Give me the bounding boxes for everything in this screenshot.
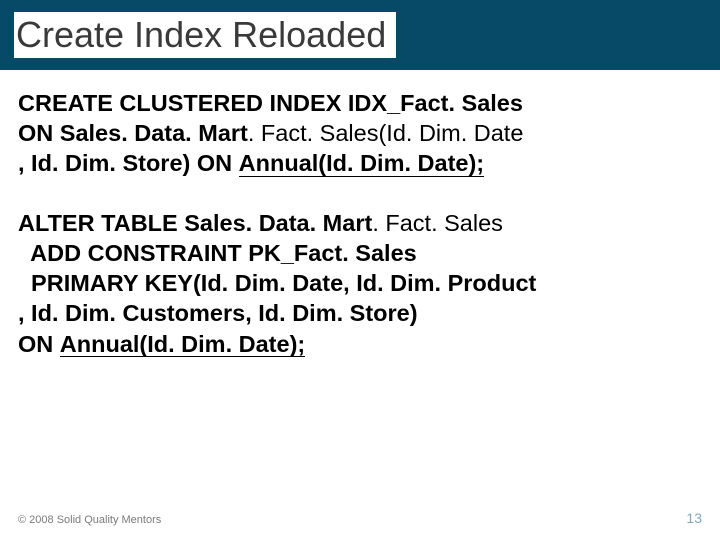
slide-content: CREATE CLUSTERED INDEX IDX_Fact. Sales O… (0, 70, 720, 359)
slide-title: Create Index Reloaded (14, 12, 396, 58)
copyright-text: © 2008 Solid Quality Mentors (18, 514, 161, 526)
code-line: ON Annual(Id. Dim. Date); (18, 329, 704, 359)
page-number: 13 (686, 510, 702, 526)
code-line: ON Sales. Data. Mart. Fact. Sales(Id. Di… (18, 118, 704, 148)
underlined-text: Annual(Id. Dim. Date); (239, 151, 484, 177)
code-line: ADD CONSTRAINT PK_Fact. Sales (18, 238, 704, 268)
title-band: Create Index Reloaded (0, 0, 720, 70)
sql-block-2: ALTER TABLE Sales. Data. Mart. Fact. Sal… (18, 208, 704, 358)
code-line: ALTER TABLE Sales. Data. Mart. Fact. Sal… (18, 208, 704, 238)
code-line: , Id. Dim. Store) ON Annual(Id. Dim. Dat… (18, 148, 704, 178)
code-line: CREATE CLUSTERED INDEX IDX_Fact. Sales (18, 88, 704, 118)
code-line: , Id. Dim. Customers, Id. Dim. Store) (18, 298, 704, 328)
footer: © 2008 Solid Quality Mentors 13 (18, 510, 702, 526)
slide: Create Index Reloaded CREATE CLUSTERED I… (0, 0, 720, 540)
sql-block-1: CREATE CLUSTERED INDEX IDX_Fact. Sales O… (18, 88, 704, 178)
code-line: PRIMARY KEY(Id. Dim. Date, Id. Dim. Prod… (18, 268, 704, 298)
underlined-text: Annual(Id. Dim. Date); (60, 332, 305, 358)
